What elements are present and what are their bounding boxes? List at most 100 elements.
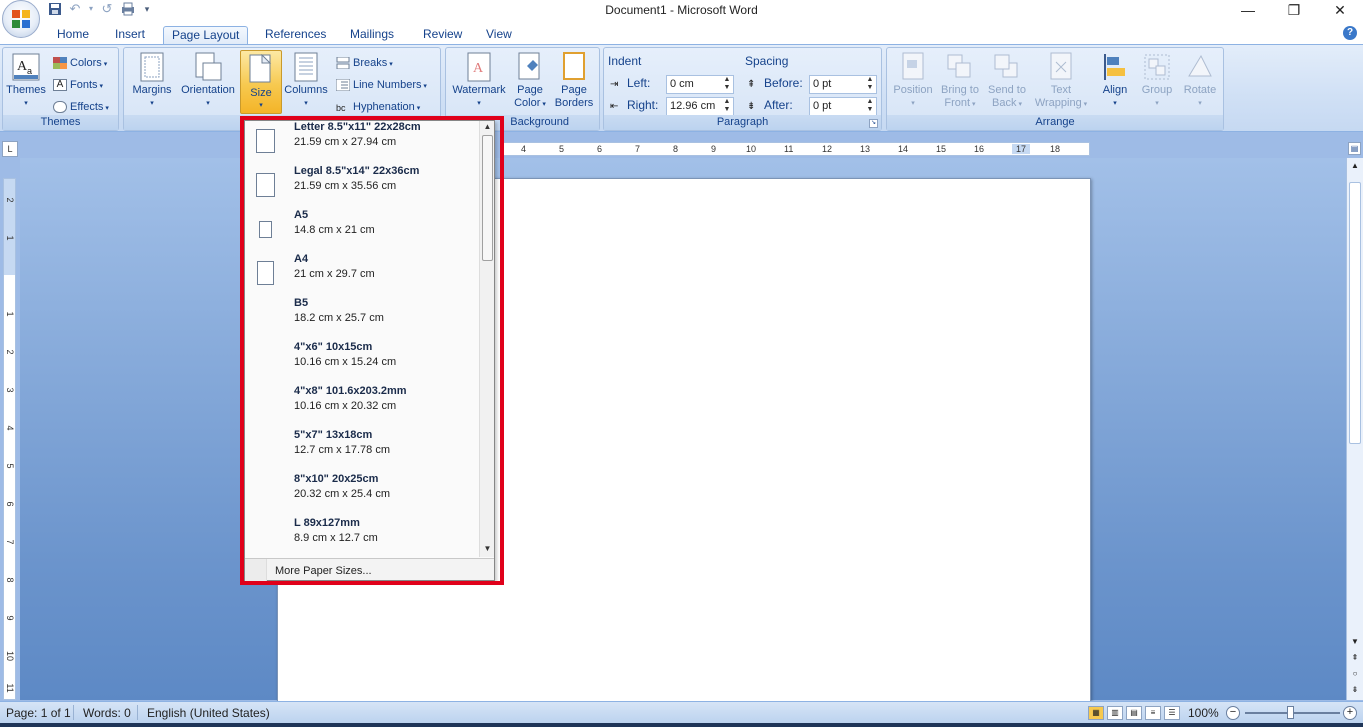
effects-button[interactable]: Effects ▾ xyxy=(53,100,109,116)
columns-button[interactable]: Columns ▾ xyxy=(280,52,332,110)
themes-group: Aa Themes ▾ Colors ▾ A Fonts ▾ Effects ▾ … xyxy=(2,47,119,131)
title-bar: ↶ ▾ ↺ ▾ Document1 - Microsoft Word — ❐ ✕ xyxy=(0,0,1363,22)
indent-right-input[interactable]: 12.96 cm ▲ ▼ xyxy=(666,97,734,116)
annotation-highlight-box xyxy=(240,116,504,585)
scroll-thumb[interactable] xyxy=(1349,182,1361,444)
spacing-after-spinner-icon[interactable]: ▲ ▼ xyxy=(865,98,875,115)
send-to-back-button[interactable]: Send to Back ▾ xyxy=(984,52,1030,111)
indent-right-spinner-icon[interactable]: ▲ ▼ xyxy=(722,98,732,115)
tab-home[interactable]: Home xyxy=(57,26,89,45)
indent-left-input[interactable]: 0 cm ▲ ▼ xyxy=(666,75,734,94)
spacing-before-spinner-icon[interactable]: ▲ ▼ xyxy=(865,76,875,93)
paragraph-dialog-launcher-icon[interactable]: ↘ xyxy=(869,119,878,128)
size-dropdown-icon: ▾ xyxy=(259,102,263,109)
ruler-tick: 1 xyxy=(5,311,15,317)
language-indicator[interactable]: English (United States) xyxy=(147,706,270,720)
line-numbers-button[interactable]: Line Numbers ▾ xyxy=(335,78,427,94)
themes-icon: Aa xyxy=(11,52,41,82)
orientation-button[interactable]: Orientation ▾ xyxy=(177,52,239,110)
page-borders-button[interactable]: Page Borders xyxy=(552,52,596,110)
rotate-icon xyxy=(1185,52,1215,82)
bring-to-front-label-1: Bring to xyxy=(941,84,979,96)
maximize-icon[interactable]: ❐ xyxy=(1271,0,1317,22)
scroll-down-icon[interactable]: ▼ xyxy=(1349,636,1361,648)
zoom-level[interactable]: 100% xyxy=(1188,706,1219,720)
spacing-before-label: Before: xyxy=(764,76,803,90)
print-layout-view-icon[interactable]: ▦ xyxy=(1088,706,1104,720)
group-button[interactable]: Group ▾ xyxy=(1137,52,1177,110)
spacing-after-input[interactable]: 0 pt ▲ ▼ xyxy=(809,97,877,116)
minimize-icon[interactable]: — xyxy=(1225,0,1271,22)
hyphenation-label: Hyphenation xyxy=(353,101,415,113)
draft-view-icon[interactable]: ☰ xyxy=(1164,706,1180,720)
align-button[interactable]: Align ▾ xyxy=(1095,52,1135,110)
orientation-label: Orientation xyxy=(181,84,235,96)
ribbon: Aa Themes ▾ Colors ▾ A Fonts ▾ Effects ▾ … xyxy=(0,44,1363,132)
previous-page-icon[interactable]: ⇞ xyxy=(1349,652,1361,664)
breaks-button[interactable]: Breaks ▾ xyxy=(336,56,393,72)
tab-selector-icon[interactable]: L xyxy=(2,141,18,157)
spacing-before-input[interactable]: 0 pt ▲ ▼ xyxy=(809,75,877,94)
ruler-tick: 15 xyxy=(936,144,947,154)
margins-icon xyxy=(137,52,167,82)
margins-button[interactable]: Margins ▾ xyxy=(127,52,177,110)
tab-insert[interactable]: Insert xyxy=(115,26,145,45)
colors-label: Colors xyxy=(70,57,102,69)
horizontal-ruler[interactable]: 4 5 6 7 8 9 10 11 12 13 14 15 16 17 18 xyxy=(500,142,1090,156)
vertical-ruler[interactable]: 2 1 1 2 3 4 5 6 7 8 9 10 11 xyxy=(3,178,16,700)
spacing-after-row: ⇟ After: xyxy=(747,98,793,113)
indent-left-spinner-icon[interactable]: ▲ ▼ xyxy=(722,76,732,93)
position-icon xyxy=(898,52,928,82)
bring-to-front-button[interactable]: Bring to Front ▾ xyxy=(937,52,983,111)
ruler-tick: 10 xyxy=(746,144,757,154)
zoom-out-icon[interactable]: − xyxy=(1226,706,1240,720)
next-page-icon[interactable]: ⇟ xyxy=(1349,684,1361,696)
text-wrapping-button[interactable]: Text Wrapping ▾ xyxy=(1033,52,1089,111)
ruler-tick: 13 xyxy=(860,144,871,154)
page-color-button[interactable]: Page Color ▾ xyxy=(512,52,548,111)
outline-view-icon[interactable]: ≡ xyxy=(1145,706,1161,720)
hyphenation-button[interactable]: bc Hyphenation ▾ xyxy=(336,100,420,116)
word-count[interactable]: Words: 0 xyxy=(83,706,131,720)
indent-right-value: 12.96 cm xyxy=(670,100,716,112)
view-ruler-icon[interactable]: ▤ xyxy=(1348,142,1361,155)
paragraph-group-label: Paragraph xyxy=(604,115,881,130)
page-count[interactable]: Page: 1 of 1 xyxy=(6,706,71,720)
web-layout-icon[interactable]: ▤ xyxy=(1126,706,1142,720)
text-wrapping-label-1: Text xyxy=(1050,84,1072,96)
colors-icon xyxy=(53,57,67,70)
page-borders-label-1: Page xyxy=(561,84,587,96)
indent-left-value: 0 cm xyxy=(670,78,694,90)
page-borders-icon xyxy=(559,52,589,82)
zoom-slider-handle[interactable] xyxy=(1287,706,1294,719)
scroll-up-icon[interactable]: ▲ xyxy=(1349,160,1361,172)
office-button[interactable] xyxy=(2,0,40,38)
tab-references[interactable]: References xyxy=(265,26,326,45)
help-icon[interactable]: ? xyxy=(1343,26,1357,40)
close-icon[interactable]: ✕ xyxy=(1317,0,1363,22)
size-button[interactable]: Size ▾ xyxy=(240,50,282,114)
tab-review[interactable]: Review xyxy=(423,26,462,45)
position-button[interactable]: Position ▾ xyxy=(890,52,936,110)
watermark-button[interactable]: A Watermark ▾ xyxy=(449,52,509,110)
send-to-back-label-1: Send to xyxy=(988,84,1026,96)
ruler-tick: 5 xyxy=(559,144,565,154)
group-icon xyxy=(1142,52,1172,82)
tab-mailings[interactable]: Mailings xyxy=(350,26,394,45)
colors-button[interactable]: Colors ▾ xyxy=(53,56,107,72)
zoom-in-icon[interactable]: + xyxy=(1343,706,1357,720)
rotate-button[interactable]: Rotate ▾ xyxy=(1179,52,1221,110)
ruler-tick: 10 xyxy=(5,651,15,662)
group-label: Group xyxy=(1141,84,1173,96)
arrange-group: Position ▾ Bring to Front ▾ Send to Back… xyxy=(886,47,1224,131)
breaks-label: Breaks xyxy=(353,57,388,69)
themes-button[interactable]: Aa Themes ▾ xyxy=(6,52,46,110)
tab-page-layout[interactable]: Page Layout xyxy=(163,26,249,45)
tab-view[interactable]: View xyxy=(486,26,512,45)
full-screen-reading-icon[interactable]: ▥ xyxy=(1107,706,1123,720)
vertical-scrollbar[interactable]: ▲ ▼ ⇞ ○ ⇟ xyxy=(1346,158,1363,700)
select-browse-object-icon[interactable]: ○ xyxy=(1349,668,1361,680)
fonts-button[interactable]: A Fonts ▾ xyxy=(53,78,103,94)
align-icon xyxy=(1100,52,1130,82)
text-wrapping-icon xyxy=(1046,52,1076,82)
